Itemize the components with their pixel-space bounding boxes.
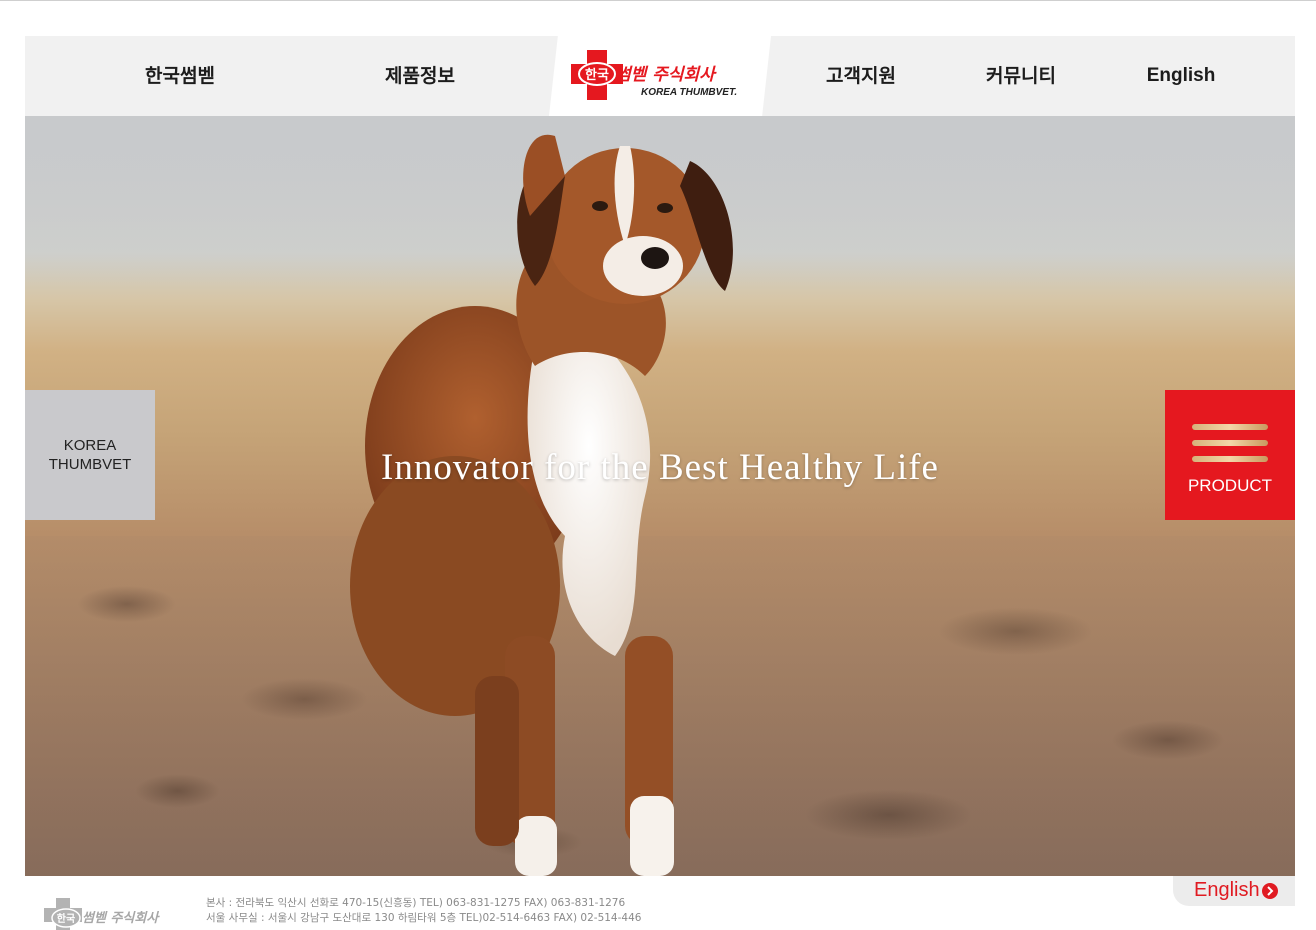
english-button-label: English (1194, 879, 1260, 901)
svg-text:한국: 한국 (57, 913, 75, 925)
nav-item-support[interactable]: 고객지원 (781, 36, 941, 116)
dog-photo (350, 134, 733, 876)
hero-banner (25, 116, 1295, 876)
nav-item-company[interactable]: 한국썸벧 (100, 36, 260, 116)
nav-item-english[interactable]: English (1101, 36, 1261, 116)
top-border (0, 0, 1316, 1)
top-navigation: 한국썸벧 제품정보 한국 썸벧 주식회사 KOREA THUMBVET. 고객지… (25, 36, 1295, 116)
arrow-right-icon (1262, 883, 1278, 899)
english-site-button[interactable]: English (1173, 876, 1295, 906)
brand-logo[interactable]: 한국 썸벧 주식회사 KOREA THUMBVET. (549, 36, 771, 116)
hero-tagline: Innovator for the Best Healthy Life (381, 447, 939, 488)
logo-text-ko: 썸벧 주식회사 (615, 65, 717, 85)
nav-item-products[interactable]: 제품정보 (340, 36, 500, 116)
svg-text:썸벧 주식회사: 썸벧 주식회사 (82, 910, 160, 926)
footer: 한국 썸벧 주식회사 본사 : 전라북도 익산시 선화로 470-15(신흥동)… (0, 876, 1316, 930)
footer-address-line: 본사 : 전라북도 익산시 선화로 470-15(신흥동) TEL) 063-8… (206, 897, 626, 909)
footer-logo: 한국 썸벧 주식회사 (44, 898, 160, 930)
footer-address-line: 서울 사무실 : 서울시 강남구 도산대로 130 하림타워 5층 TEL)02… (206, 912, 642, 924)
main-frame: 한국썸벧 제품정보 한국 썸벧 주식회사 KOREA THUMBVET. 고객지… (25, 36, 1295, 876)
footer-address: 본사 : 전라북도 익산시 선화로 470-15(신흥동) TEL) 063-8… (206, 896, 641, 926)
svg-text:한국: 한국 (585, 67, 609, 83)
logo-text-en: KOREA THUMBVET. (641, 87, 737, 98)
cross-logo-icon: 한국 썸벧 주식회사 KOREA THUMBVET. (571, 50, 737, 100)
nav-item-community[interactable]: 커뮤니티 (941, 36, 1101, 116)
